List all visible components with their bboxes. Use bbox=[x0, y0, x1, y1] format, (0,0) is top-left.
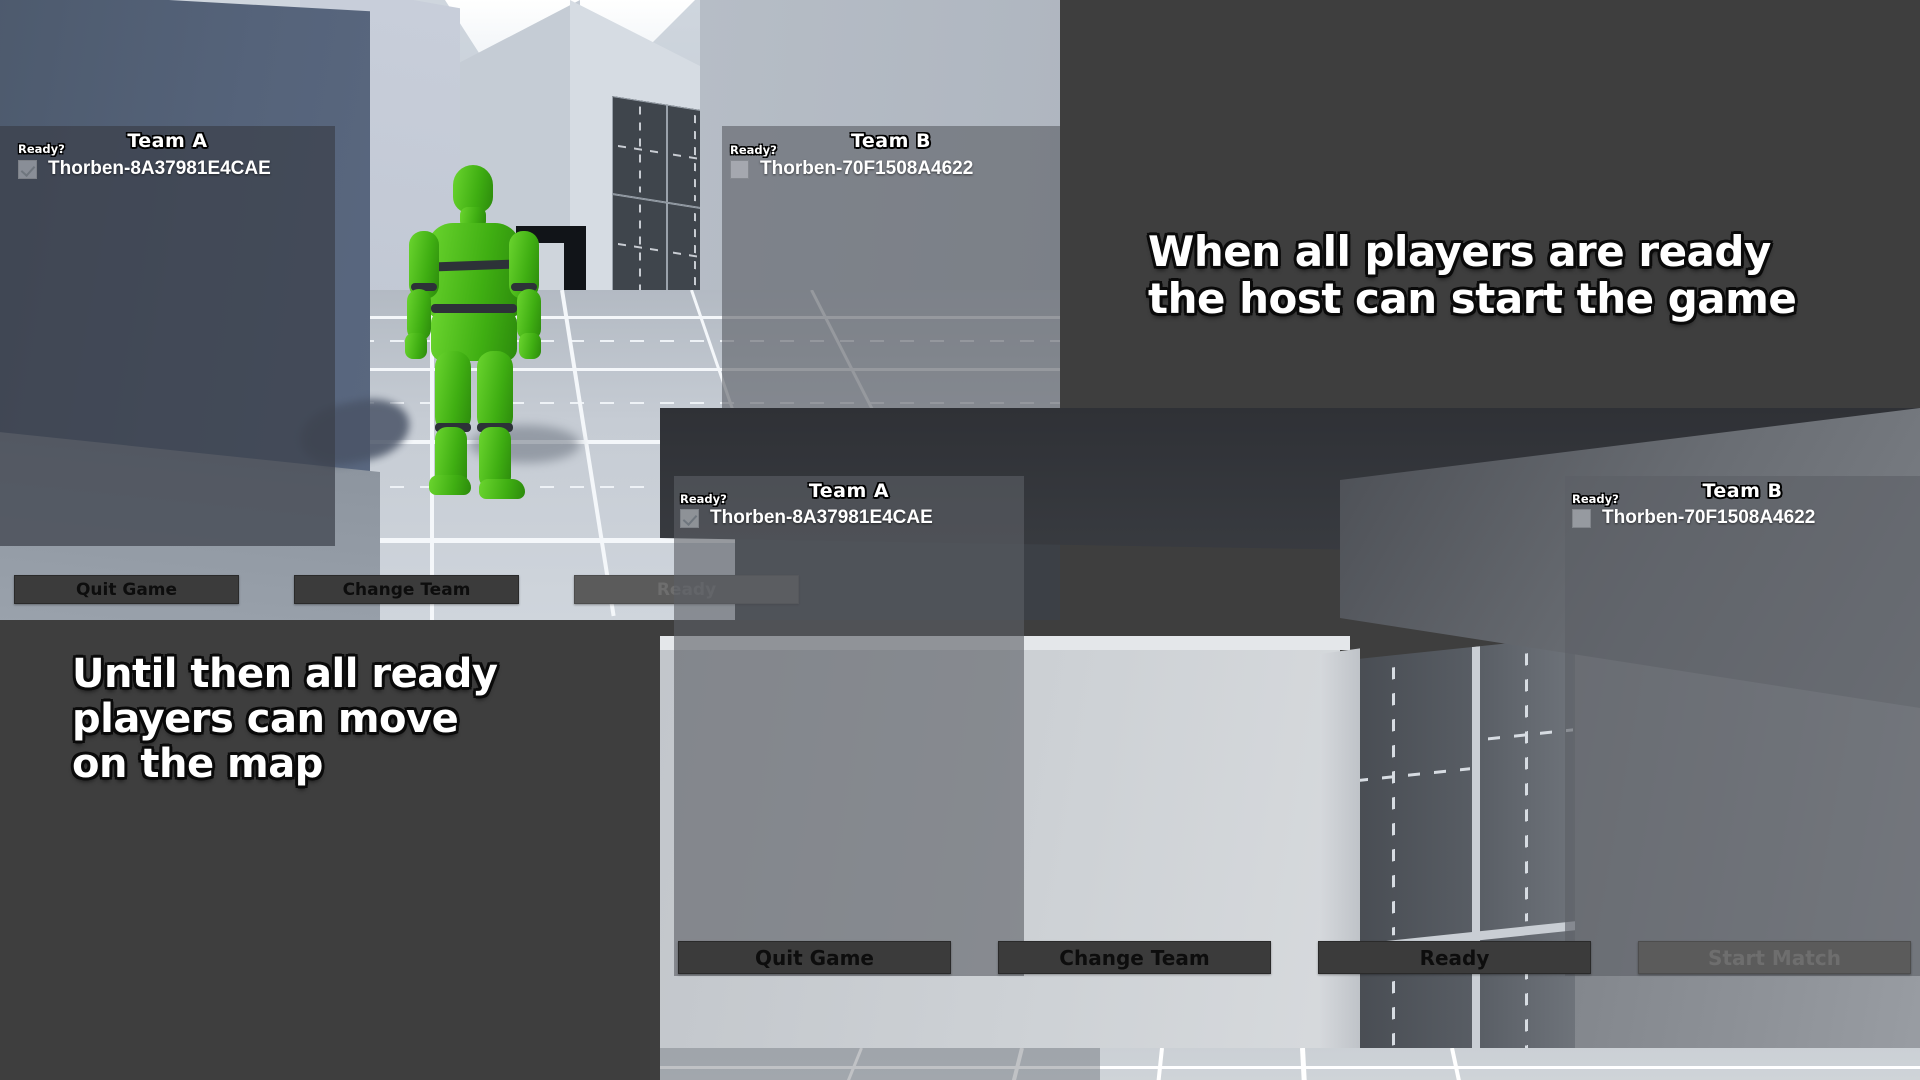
team-b-player-row[interactable]: Thorben-70F1508A4622 bbox=[730, 158, 973, 180]
lobby-button-bar-bottom: Quit Game Change Team Ready Start Match bbox=[678, 941, 1911, 974]
ready-checkbox[interactable] bbox=[18, 159, 37, 179]
player-name: Thorben-70F1508A4622 bbox=[1602, 507, 1816, 528]
team-b-player-row[interactable]: Thorben-70F1508A4622 bbox=[1572, 507, 1815, 529]
team-a-panel: Team A bbox=[674, 476, 1024, 976]
start-match-button[interactable]: Start Match bbox=[1638, 941, 1911, 974]
team-a-player-row[interactable]: Thorben-8A37981E4CAE bbox=[680, 507, 933, 529]
scene-right-pillar bbox=[1320, 648, 1360, 1080]
player-name: Thorben-8A37981E4CAE bbox=[710, 507, 933, 528]
caption-host-start-game: When all players are ready the host can … bbox=[1148, 227, 1797, 324]
player-character-avatar bbox=[405, 165, 545, 499]
ready-checkbox[interactable] bbox=[1572, 508, 1591, 528]
player-name: Thorben-70F1508A4622 bbox=[760, 158, 974, 179]
change-team-button[interactable]: Change Team bbox=[998, 941, 1271, 974]
change-team-button[interactable]: Change Team bbox=[294, 575, 519, 604]
team-b-ready-header: Ready? bbox=[730, 143, 777, 157]
team-a-player-row[interactable]: Thorben-8A37981E4CAE bbox=[18, 158, 271, 180]
quit-game-button[interactable]: Quit Game bbox=[678, 941, 951, 974]
team-a-panel: Team A bbox=[0, 126, 335, 546]
scene-floor-shade bbox=[660, 1048, 1100, 1080]
caption-ready-players-move: Until then all ready players can move on… bbox=[72, 651, 498, 787]
composite-canvas: Team A Ready? Thorben-8A37981E4CAE Team … bbox=[0, 0, 1920, 1080]
team-a-ready-header: Ready? bbox=[18, 142, 65, 156]
team-a-ready-header: Ready? bbox=[680, 492, 727, 506]
player-name: Thorben-8A37981E4CAE bbox=[48, 158, 271, 179]
team-b-panel: Team B bbox=[1565, 476, 1920, 976]
ready-button[interactable]: Ready bbox=[1318, 941, 1591, 974]
quit-game-button[interactable]: Quit Game bbox=[14, 575, 239, 604]
screenshot-lobby-first-person: Team A Ready? Thorben-8A37981E4CAE Team … bbox=[660, 408, 1920, 1080]
team-b-ready-header: Ready? bbox=[1572, 492, 1619, 506]
ready-checkbox[interactable] bbox=[730, 159, 749, 179]
ready-checkbox[interactable] bbox=[680, 508, 699, 528]
